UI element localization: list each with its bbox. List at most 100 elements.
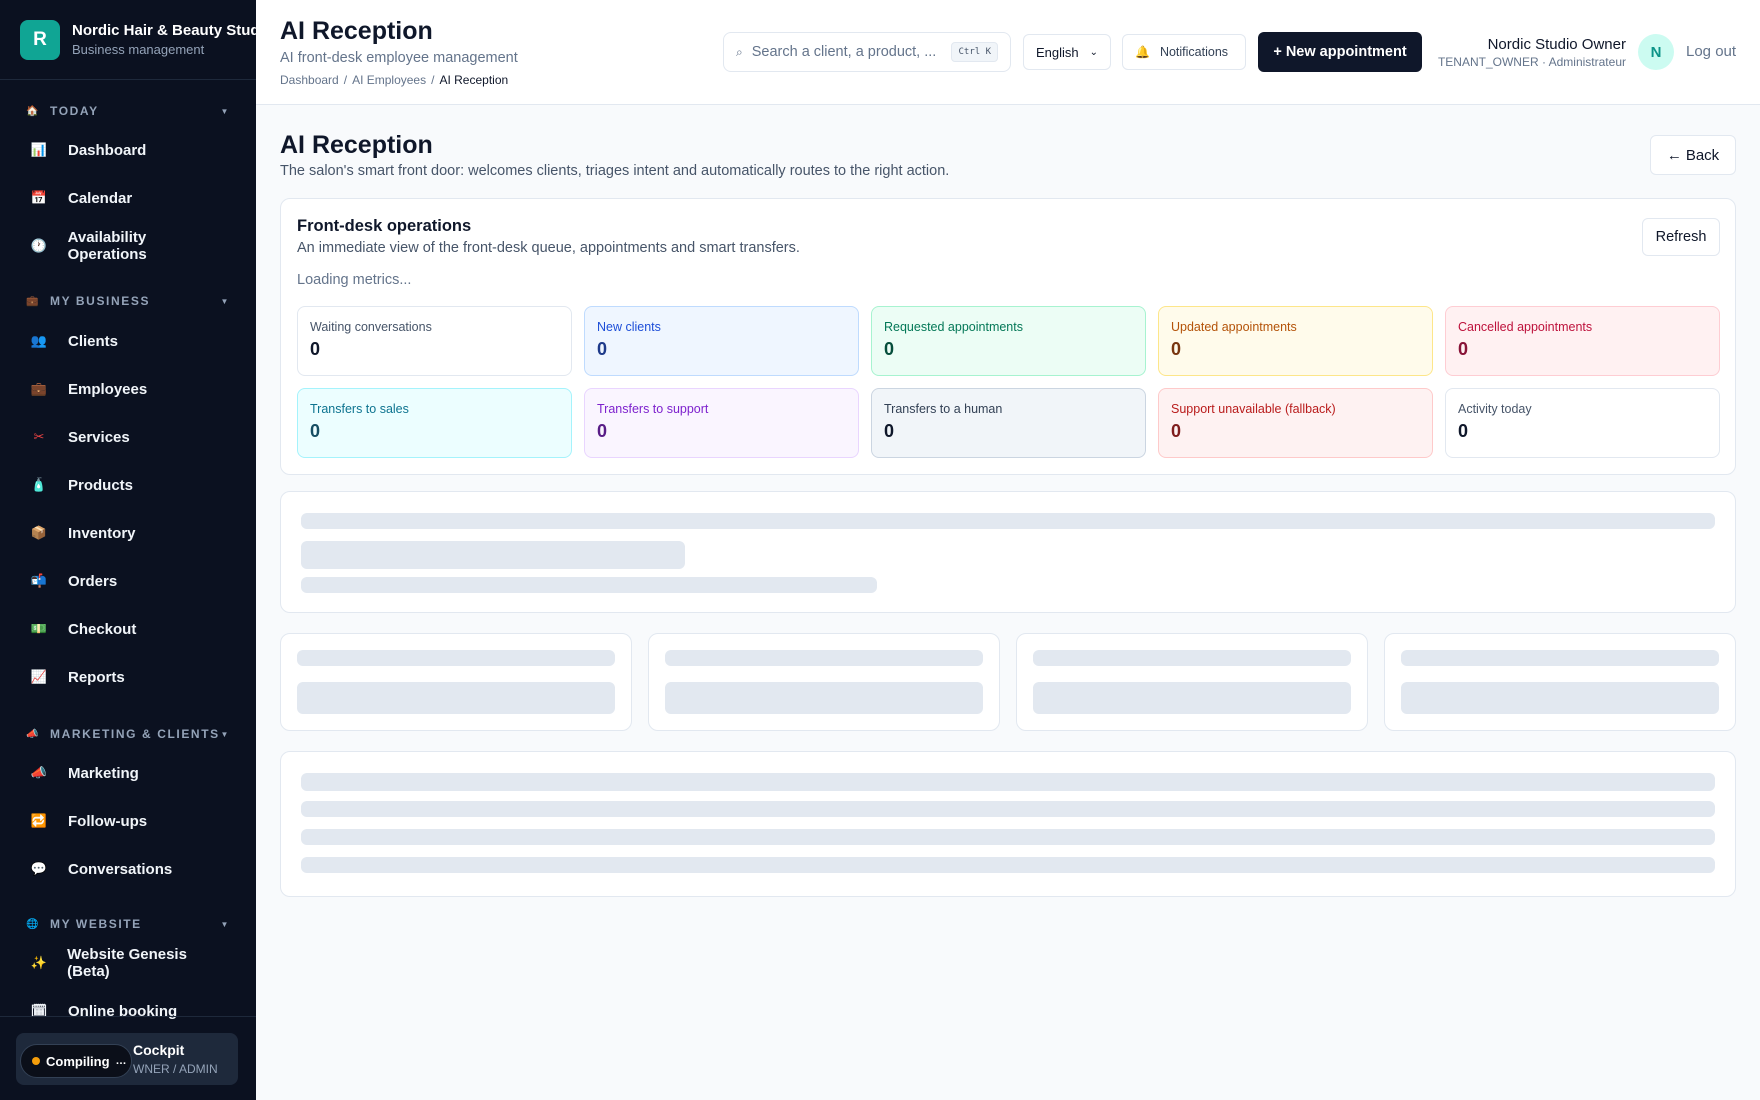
metric-label: Transfers to a human xyxy=(884,402,1003,416)
repeat-icon: 🔁 xyxy=(30,813,48,828)
sidebar-item-services[interactable]: ✂ Services xyxy=(0,413,256,461)
sidebar-item-label: Products xyxy=(68,476,134,494)
refresh-button[interactable]: Refresh xyxy=(1642,218,1720,256)
sidebar-item-marketing[interactable]: 📣 Marketing xyxy=(0,749,256,797)
loading-text: Loading metrics... xyxy=(297,272,412,288)
metric-new-clients: New clients 0 xyxy=(584,306,859,376)
sidebar-item-label: Checkout xyxy=(68,620,137,638)
brand[interactable]: R Nordic Hair & Beauty Studio Business m… xyxy=(0,0,256,80)
section-marketing-clients[interactable]: 📣 MARKETING & CLIENTS ▼ xyxy=(0,723,256,745)
skeleton-card xyxy=(280,491,1736,613)
metric-value: 0 xyxy=(1171,421,1182,441)
metric-updated-appointments: Updated appointments 0 xyxy=(1158,306,1433,376)
sidebar-item-reports[interactable]: 📈 Reports xyxy=(0,653,256,701)
mailbox-icon: 📬 xyxy=(30,573,48,588)
sidebar-item-dashboard[interactable]: 📊 Dashboard xyxy=(0,126,256,174)
breadcrumb-current: AI Reception xyxy=(439,73,509,87)
status-dot-icon xyxy=(32,1057,40,1065)
section-title: TODAY xyxy=(50,104,99,118)
megaphone-icon: 📣 xyxy=(26,728,41,740)
cash-icon: 💵 xyxy=(30,621,48,636)
chevron-down-icon: ⌄ xyxy=(1089,46,1098,58)
sidebar-item-label: Marketing xyxy=(68,764,139,782)
avatar[interactable]: N xyxy=(1638,34,1674,70)
global-search[interactable]: ⌕ Ctrl K xyxy=(723,32,1011,72)
metric-label: Activity today xyxy=(1458,402,1532,416)
section-today[interactable]: 🏠 TODAY ▼ xyxy=(0,100,256,122)
metric-value: 0 xyxy=(310,339,321,359)
section-title: MY WEBSITE xyxy=(50,917,142,931)
sidebar-item-follow-ups[interactable]: 🔁 Follow-ups xyxy=(0,797,256,845)
skeleton-line xyxy=(1033,650,1351,666)
sidebar-item-website-genesis[interactable]: ✨ Website Genesis (Beta) xyxy=(0,939,256,987)
skeleton-line xyxy=(301,829,1715,845)
metric-activity-today: Activity today 0 xyxy=(1445,388,1720,458)
brand-name: Nordic Hair & Beauty Studio xyxy=(72,22,256,39)
sidebar-item-products[interactable]: 🧴 Products xyxy=(0,461,256,509)
language-select[interactable]: English ⌄ xyxy=(1023,34,1111,70)
briefcase-icon: 💼 xyxy=(26,295,41,307)
breadcrumb-dashboard[interactable]: Dashboard xyxy=(280,73,339,87)
skeleton-line xyxy=(301,801,1715,817)
clock-icon: 🕐 xyxy=(30,238,47,253)
skeleton-line xyxy=(301,513,1715,529)
box-icon: 📦 xyxy=(30,525,48,540)
breadcrumb-ai-employees[interactable]: AI Employees xyxy=(352,73,426,87)
front-desk-operations-card: Front-desk operations An immediate view … xyxy=(280,198,1736,475)
users-icon: 👥 xyxy=(30,333,48,348)
caret-down-icon: ▼ xyxy=(220,296,230,306)
sidebar-item-inventory[interactable]: 📦 Inventory xyxy=(0,509,256,557)
keyboard-shortcut-hint: Ctrl K xyxy=(951,42,998,62)
section-title: Front-desk operations xyxy=(297,217,472,235)
sidebar-item-label: Conversations xyxy=(68,860,173,878)
metric-support-unavailable: Support unavailable (fallback) 0 xyxy=(1158,388,1433,458)
sidebar-item-label: Inventory xyxy=(68,524,136,542)
compiling-label: Compiling xyxy=(46,1053,110,1069)
metric-value: 0 xyxy=(1458,421,1469,441)
sidebar-item-calendar[interactable]: 📅 Calendar xyxy=(0,174,256,222)
cockpit-subtitle: WNER / ADMIN xyxy=(133,1062,218,1076)
logout-link[interactable]: Log out xyxy=(1686,43,1736,60)
skeleton-line xyxy=(301,541,685,569)
section-my-business[interactable]: 💼 MY BUSINESS ▼ xyxy=(0,290,256,312)
metric-label: Waiting conversations xyxy=(310,320,432,334)
bottle-icon: 🧴 xyxy=(30,477,48,492)
sidebar-item-label: Website Genesis (Beta) xyxy=(67,946,187,980)
compiling-badge: Compiling … xyxy=(20,1044,132,1078)
sidebar-item-conversations[interactable]: 💬 Conversations xyxy=(0,845,256,893)
skeleton-line xyxy=(301,857,1715,873)
sidebar-item-checkout[interactable]: 💵 Checkout xyxy=(0,605,256,653)
page-title: AI Reception xyxy=(280,131,433,159)
back-button[interactable]: ← Back xyxy=(1650,135,1736,175)
metric-value: 0 xyxy=(884,421,895,441)
skeleton-line xyxy=(1401,650,1719,666)
back-label: Back xyxy=(1685,146,1720,164)
sidebar-item-clients[interactable]: 👥 Clients xyxy=(0,317,256,365)
sidebar-item-employees[interactable]: 💼 Employees xyxy=(0,365,256,413)
section-title: MARKETING & CLIENTS xyxy=(50,727,220,741)
sidebar-item-availability[interactable]: 🕐 Availability Operations xyxy=(0,222,256,270)
arrow-left-icon: ← xyxy=(1666,146,1682,164)
metric-label: Transfers to sales xyxy=(310,402,409,416)
calendar-icon: 📅 xyxy=(30,190,48,205)
metric-label: Support unavailable (fallback) xyxy=(1171,402,1336,416)
briefcase-icon: 💼 xyxy=(30,381,48,396)
metric-value: 0 xyxy=(597,421,608,441)
sidebar-item-label: Reports xyxy=(68,668,125,686)
sidebar-item-orders[interactable]: 📬 Orders xyxy=(0,557,256,605)
sidebar-item-label: Orders xyxy=(68,572,118,590)
skeleton-line xyxy=(665,682,983,714)
notifications-button[interactable]: 🔔 Notifications xyxy=(1122,34,1246,70)
top-header: AI Reception AI front-desk employee mana… xyxy=(256,0,1760,105)
sidebar-item-label: Dashboard xyxy=(68,141,147,159)
section-my-website[interactable]: 🌐 MY WEBSITE ▼ xyxy=(0,913,256,935)
metric-label: Requested appointments xyxy=(884,320,1023,334)
skeleton-line xyxy=(665,650,983,666)
sidebar-item-label: Services xyxy=(68,428,130,446)
search-input[interactable] xyxy=(751,44,942,60)
metric-label: Transfers to support xyxy=(597,402,709,416)
section-description: An immediate view of the front-desk queu… xyxy=(297,240,800,256)
sidebar-nav: 🏠 TODAY ▼ 📊 Dashboard 📅 Calendar 🕐 Avail… xyxy=(0,100,256,1035)
skeleton-stat-card xyxy=(1384,633,1736,731)
skeleton-table xyxy=(280,751,1736,897)
